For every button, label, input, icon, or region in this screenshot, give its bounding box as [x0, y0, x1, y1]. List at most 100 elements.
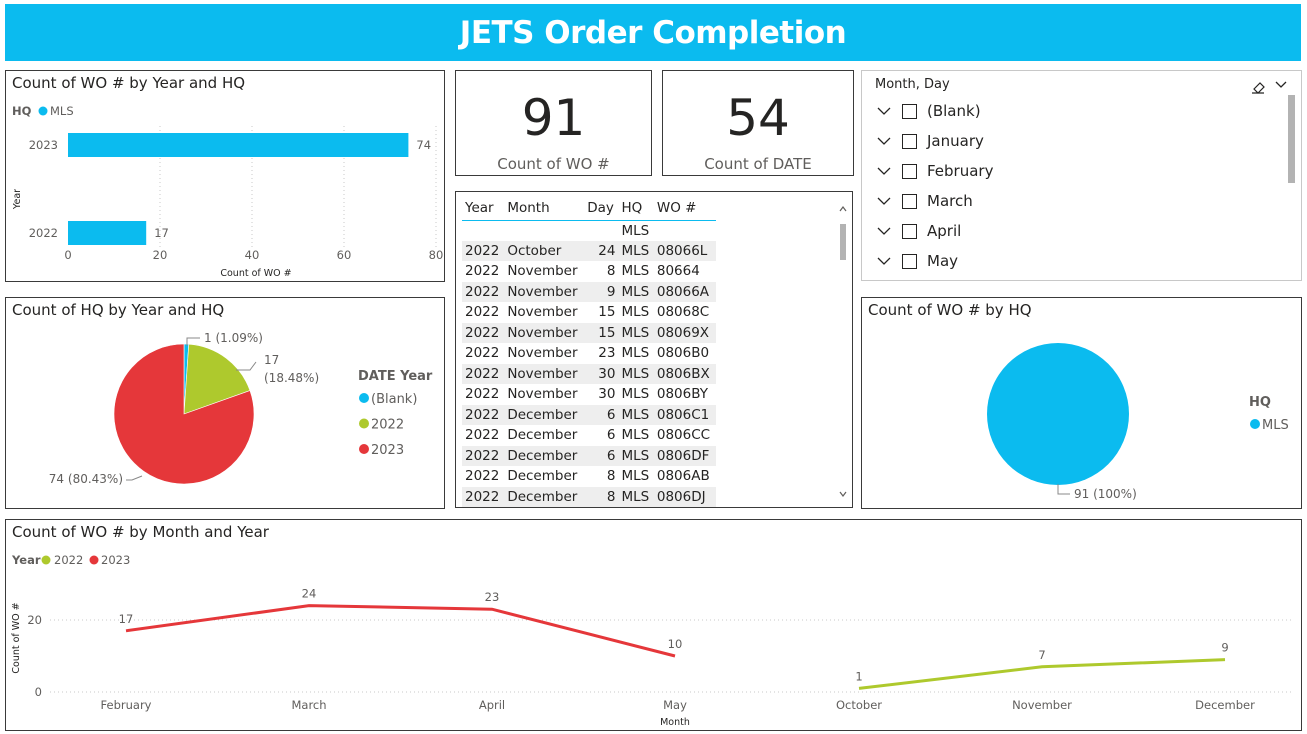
- table-cell: MLS: [621, 386, 650, 403]
- slicer-item[interactable]: January: [876, 129, 984, 153]
- table-cell: 2022: [465, 468, 500, 485]
- pie2-legend-marker: [1250, 419, 1260, 429]
- pie-label-2023: 74 (80.43%): [49, 472, 123, 486]
- checkbox[interactable]: [902, 223, 917, 239]
- chevron-down-icon[interactable]: [876, 103, 892, 119]
- line-y-tick-label: 0: [35, 685, 42, 699]
- chevron-down-icon[interactable]: [876, 253, 892, 269]
- column-header[interactable]: Year: [462, 196, 505, 221]
- orders-table: Year Month Day HQ WO # MLS 2022 October 24 MLS 08…: [462, 196, 716, 507]
- table-cell: 2022: [465, 263, 500, 280]
- orders-table-panel[interactable]: Year Month Day HQ WO # MLS 2022 October 24 MLS 08…: [455, 191, 853, 508]
- line-chart[interactable]: Year 2022 2023 Count of WO # Month 0 20 Fe…: [6, 520, 1301, 730]
- checkbox[interactable]: [902, 133, 917, 149]
- table-row[interactable]: 2022 December 6 MLS 0806C1: [462, 404, 716, 425]
- chevron-down-icon[interactable]: [876, 223, 892, 239]
- checkbox[interactable]: [902, 103, 917, 119]
- bar-y-tick-label: 2023: [29, 138, 58, 152]
- table-cell: 8: [584, 486, 619, 507]
- table-row[interactable]: MLS: [462, 220, 716, 241]
- table-row[interactable]: 2022 November 9 MLS 08066A: [462, 281, 716, 302]
- table-cell: 2022: [465, 386, 500, 403]
- chevron-down-icon[interactable]: [876, 133, 892, 149]
- line-legend-label-2023: 2023: [101, 553, 130, 567]
- table-row[interactable]: 2022 December 8 MLS 0806AB: [462, 466, 716, 487]
- slicer-item[interactable]: (Blank): [876, 99, 981, 123]
- table-row[interactable]: 2022 November 8 MLS 80664: [462, 261, 716, 282]
- bar-y-axis-label: Year: [12, 189, 23, 210]
- table-scrollbar[interactable]: [838, 202, 848, 499]
- line-chart-panel[interactable]: Count of WO # by Month and Year Year 202…: [5, 519, 1302, 731]
- slicer-item-label: March: [927, 192, 973, 210]
- table-row[interactable]: 2022 November 15 MLS 08069X: [462, 322, 716, 343]
- bar-x-tick-label: 20: [153, 248, 168, 262]
- scroll-up-icon[interactable]: [838, 204, 848, 214]
- line-series-2023[interactable]: [125, 604, 676, 658]
- eraser-icon[interactable]: [1250, 78, 1266, 94]
- scroll-down-icon[interactable]: [838, 489, 848, 499]
- chevron-down-icon[interactable]: [876, 163, 892, 179]
- column-header[interactable]: Month: [504, 196, 585, 221]
- line-data-label: 1: [855, 669, 862, 683]
- bar-2022[interactable]: [68, 221, 147, 245]
- column-header[interactable]: HQ: [618, 196, 654, 221]
- table-cell: November: [504, 281, 585, 302]
- table-cell: 30: [598, 386, 616, 403]
- pie-legend-marker: [359, 393, 369, 403]
- table-row[interactable]: 2022 November 15 MLS 08068C: [462, 302, 716, 323]
- line-x-tick-label: May: [663, 698, 687, 712]
- pie2-slice-MLS[interactable]: [987, 343, 1129, 485]
- table-cell: 08066A: [653, 281, 716, 302]
- table-cell: [504, 220, 584, 241]
- pie2-chart-panel[interactable]: Count of WO # by HQ 91 (100%) HQ MLS: [861, 297, 1302, 509]
- pie-label-2022-pct: (18.48%): [264, 371, 319, 385]
- table-cell: 0806AB: [656, 468, 710, 485]
- table-row[interactable]: 2022 December 8 MLS 0806DJ: [462, 486, 716, 507]
- checkbox[interactable]: [902, 163, 917, 179]
- bar-legend-label: MLS: [50, 104, 74, 118]
- chevron-down-icon[interactable]: [1274, 78, 1288, 92]
- table-scroll-thumb[interactable]: [840, 224, 846, 260]
- month-day-slicer[interactable]: Month, Day (Blank) January February March Ap…: [861, 70, 1302, 281]
- table-cell: 08068C: [656, 304, 710, 321]
- bar-2023[interactable]: [68, 133, 409, 157]
- table-cell: MLS: [618, 486, 654, 507]
- table-row[interactable]: 2022 December 6 MLS 0806DF: [462, 445, 716, 466]
- pie-chart-panel[interactable]: Count of HQ by Year and HQ 1 (1.09%) 17 …: [5, 297, 445, 509]
- slicer-scrollbar[interactable]: [1288, 95, 1295, 183]
- card-date-value: 54: [726, 89, 790, 147]
- table-row[interactable]: 2022 November 30 MLS 0806BY: [462, 384, 716, 405]
- checkbox[interactable]: [902, 193, 917, 209]
- checkbox[interactable]: [902, 253, 917, 269]
- chevron-down-icon[interactable]: [876, 193, 892, 209]
- card-date-count[interactable]: 54 Count of DATE: [662, 70, 854, 176]
- line-series-2022[interactable]: [858, 658, 1226, 690]
- line-x-axis-label: Month: [660, 717, 690, 728]
- slicer-item[interactable]: May: [876, 249, 958, 273]
- slicer-item[interactable]: February: [876, 159, 993, 183]
- table-cell: [654, 220, 716, 241]
- slicer-item[interactable]: March: [876, 189, 973, 213]
- slicer-item[interactable]: April: [876, 219, 961, 243]
- table-row[interactable]: 2022 November 23 MLS 0806B0: [462, 343, 716, 364]
- pie-leader-2022: [236, 361, 257, 371]
- line-y-tick-label: 20: [27, 613, 42, 627]
- column-header[interactable]: WO #: [653, 196, 716, 221]
- table-cell: 2022: [462, 445, 505, 466]
- bar-chart-panel[interactable]: Count of WO # by Year and HQ HQ MLS Year…: [5, 70, 445, 282]
- card-wo-count[interactable]: 91 Count of WO #: [455, 70, 652, 176]
- table-row[interactable]: 2022 November 30 MLS 0806BX: [462, 363, 716, 384]
- table-row[interactable]: 2022 December 6 MLS 0806CC: [462, 425, 716, 446]
- pie2-chart[interactable]: 91 (100%) HQ MLS: [862, 298, 1301, 508]
- pie-legend-label: 2022: [371, 418, 404, 433]
- pie-legend-marker: [359, 418, 369, 429]
- table-cell: November: [507, 386, 578, 403]
- bar-chart[interactable]: HQ MLS Year Count of WO # 0 20 40 60 80 2023…: [6, 71, 444, 281]
- table-cell: MLS: [618, 404, 654, 425]
- pie-chart[interactable]: 1 (1.09%) 17 (18.48%) 74 (80.43%) DATE Y…: [6, 298, 444, 508]
- table-row[interactable]: 2022 October 24 MLS 08066L: [462, 240, 716, 261]
- pie2-legend-title: HQ: [1249, 395, 1271, 410]
- pie-legend-label: (Blank): [371, 392, 417, 407]
- column-header[interactable]: Day: [584, 196, 619, 221]
- table-cell: 6: [606, 427, 616, 444]
